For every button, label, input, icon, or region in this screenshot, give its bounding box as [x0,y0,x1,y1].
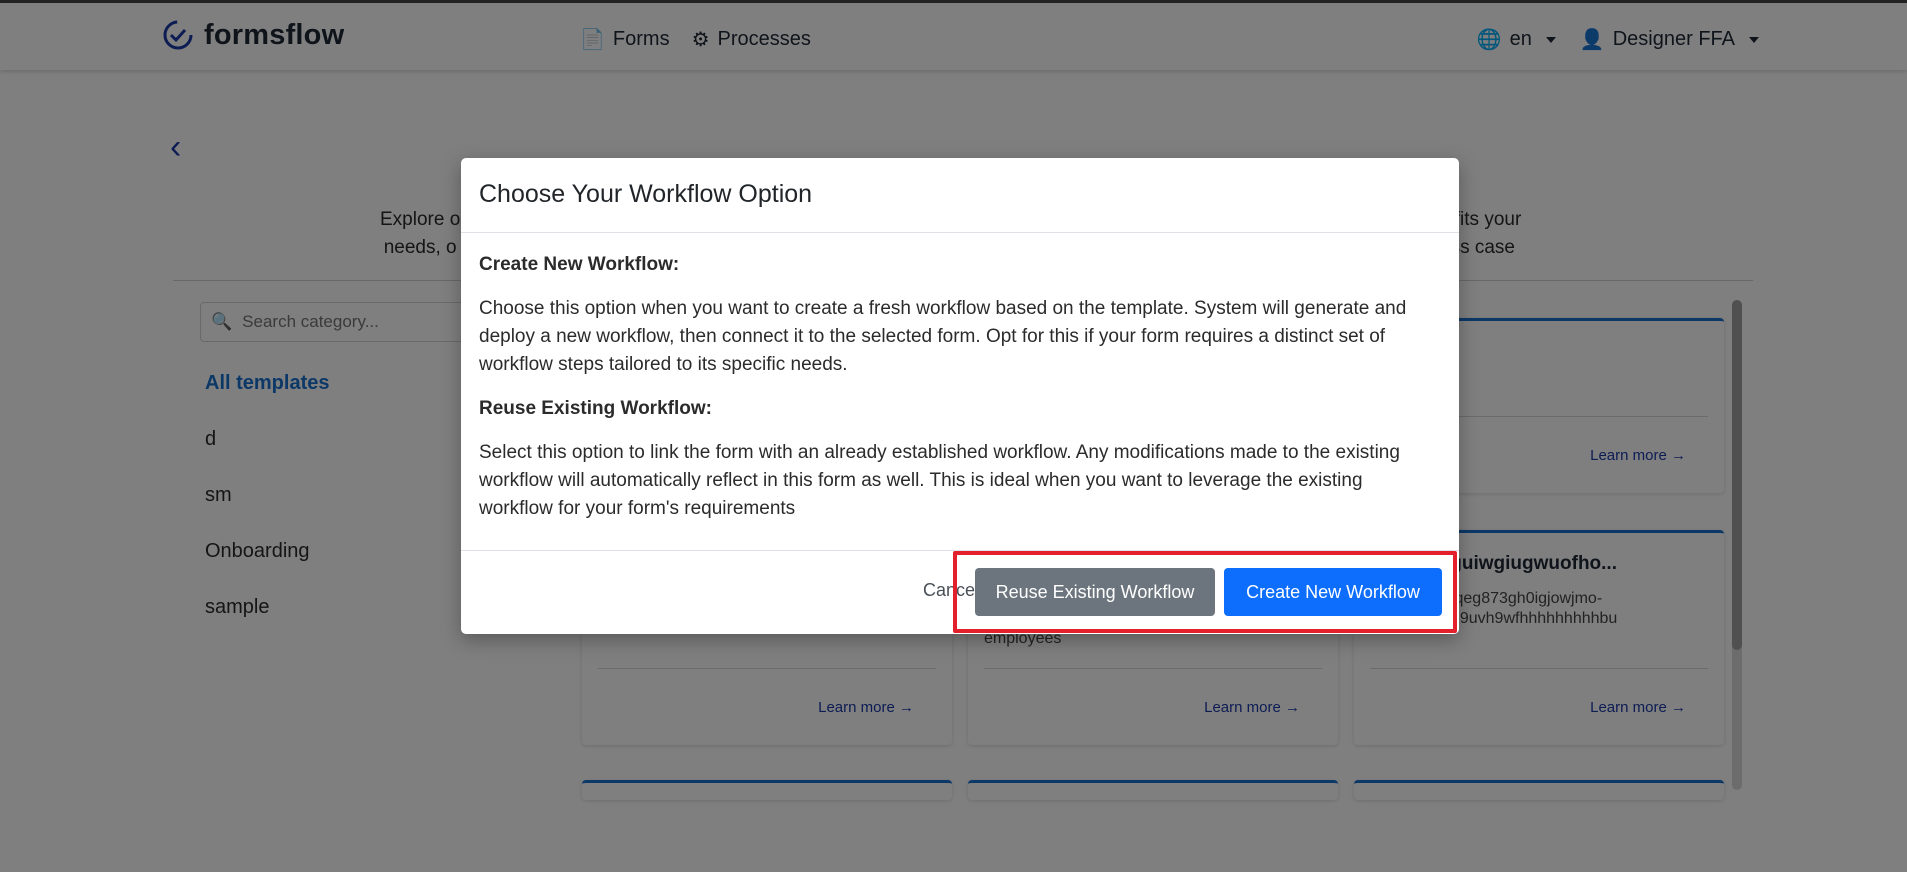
reuse-workflow-heading: Reuse Existing Workflow: [479,398,712,419]
modal-title: Choose Your Workflow Option [479,180,813,208]
reuse-existing-workflow-button[interactable]: Reuse Existing Workflow [975,568,1215,616]
create-workflow-heading: Create New Workflow: [479,254,680,275]
reuse-workflow-text: Select this option to link the form with… [479,442,1400,519]
modal-body: Create New Workflow: Choose this option … [461,233,1459,523]
create-workflow-text: Choose this option when you want to crea… [479,298,1407,375]
create-new-workflow-button[interactable]: Create New Workflow [1224,568,1442,616]
modal-header: Choose Your Workflow Option [461,158,1459,233]
